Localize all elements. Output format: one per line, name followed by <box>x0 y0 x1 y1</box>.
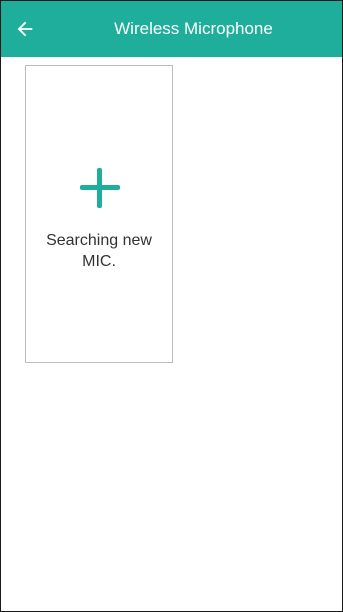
app-bar: Wireless Microphone <box>1 1 342 57</box>
back-button[interactable] <box>9 13 41 45</box>
screen: Wireless Microphone Searching new MIC. <box>0 0 343 612</box>
arrow-left-icon <box>17 21 33 37</box>
card-label: Searching new MIC. <box>46 232 152 270</box>
add-mic-card[interactable]: Searching new MIC. <box>25 65 173 363</box>
plus-icon <box>80 168 120 208</box>
page-title: Wireless Microphone <box>114 19 273 38</box>
content-area: Searching new MIC. <box>1 57 342 611</box>
